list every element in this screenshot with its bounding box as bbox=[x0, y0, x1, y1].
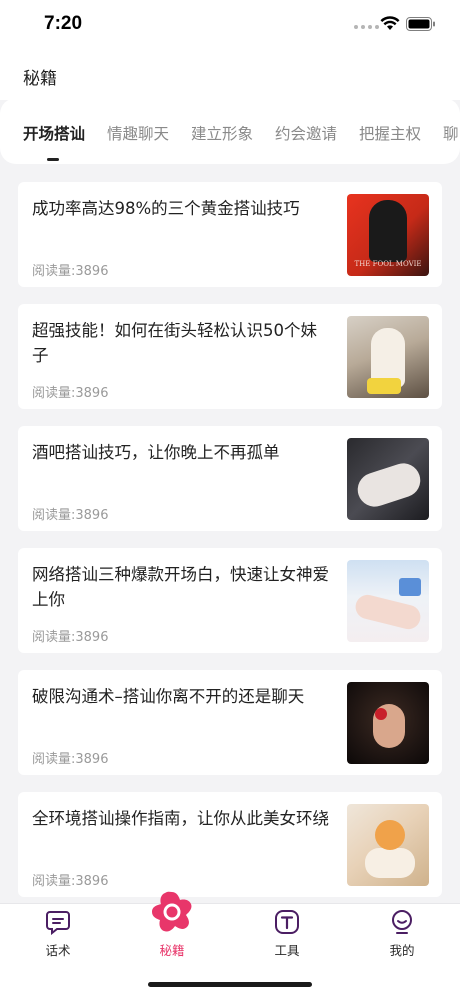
article-card[interactable]: 全环境搭讪操作指南，让你从此美女环绕 阅读量:3896 bbox=[18, 792, 442, 897]
article-thumbnail bbox=[347, 438, 429, 520]
read-count: 阅读量:3896 bbox=[32, 874, 109, 889]
tab-jianli-xingxiang[interactable]: 建立形象 bbox=[191, 122, 253, 144]
tabbar-label: 话术 bbox=[45, 943, 71, 958]
category-tabs: 开场搭讪 情趣聊天 建立形象 约会邀请 把握主权 聊 bbox=[0, 98, 460, 164]
article-title: 全环境搭讪操作指南，让你从此美女环绕 bbox=[32, 809, 329, 828]
tool-t-icon bbox=[275, 910, 299, 934]
article-thumbnail bbox=[347, 316, 429, 398]
page-title: 秘籍 bbox=[23, 69, 57, 89]
battery-icon bbox=[406, 17, 435, 31]
home-indicator bbox=[148, 982, 312, 987]
status-time: 7:20 bbox=[44, 13, 83, 34]
article-title: 破限沟通术–搭讪你离不开的还是聊天 bbox=[32, 687, 305, 706]
signal-icon bbox=[354, 25, 379, 29]
article-title: 超强技能！如何在街头轻松认识50个妹子 bbox=[32, 321, 317, 365]
thumbnail-caption: THE FOOL MOVIE bbox=[354, 260, 422, 268]
read-count: 阅读量:3896 bbox=[32, 264, 109, 279]
tab-liao[interactable]: 聊 bbox=[443, 122, 459, 144]
tabbar-item-miji[interactable]: 秘籍 bbox=[132, 891, 212, 964]
read-count: 阅读量:3896 bbox=[32, 630, 109, 645]
flower-icon bbox=[152, 891, 192, 932]
profile-icon bbox=[392, 910, 412, 934]
tab-yuehui-yaoqing[interactable]: 约会邀请 bbox=[275, 122, 337, 144]
article-thumbnail bbox=[347, 804, 429, 886]
article-card[interactable]: 超强技能！如何在街头轻松认识50个妹子 阅读量:3896 bbox=[18, 304, 442, 409]
tab-qingqu-liaotian[interactable]: 情趣聊天 bbox=[107, 122, 169, 144]
article-card[interactable]: 成功率高达98%的三个黄金搭讪技巧 阅读量:3896 THE FOOL MOVI… bbox=[18, 182, 442, 287]
active-tab-indicator bbox=[47, 158, 59, 161]
article-card[interactable]: 网络搭讪三种爆款开场白，快速让女神爱上你 阅读量:3896 bbox=[18, 548, 442, 653]
tab-bawo-zhuquan[interactable]: 把握主权 bbox=[359, 122, 421, 144]
status-bar: 7:20 bbox=[0, 0, 460, 50]
article-card[interactable]: 酒吧搭讪技巧，让你晚上不再孤单 阅读量:3896 bbox=[18, 426, 442, 531]
tabbar-item-huashu[interactable]: 话术 bbox=[18, 904, 98, 964]
tabbar-item-wode[interactable]: 我的 bbox=[362, 904, 442, 964]
tab-kaichang-dashan[interactable]: 开场搭讪 bbox=[23, 122, 85, 144]
article-card[interactable]: 破限沟通术–搭讪你离不开的还是聊天 阅读量:3896 bbox=[18, 670, 442, 775]
article-thumbnail: THE FOOL MOVIE bbox=[347, 194, 429, 276]
tabbar-label: 我的 bbox=[389, 943, 415, 958]
read-count: 阅读量:3896 bbox=[32, 752, 109, 767]
wifi-icon bbox=[380, 16, 400, 30]
article-title: 网络搭讪三种爆款开场白，快速让女神爱上你 bbox=[32, 565, 329, 609]
chat-bubble-icon bbox=[46, 911, 70, 935]
article-thumbnail bbox=[347, 560, 429, 642]
article-title: 成功率高达98%的三个黄金搭讪技巧 bbox=[32, 199, 300, 218]
tabbar-label: 工具 bbox=[274, 943, 300, 958]
tabbar-label: 秘籍 bbox=[159, 943, 185, 958]
read-count: 阅读量:3896 bbox=[32, 508, 109, 523]
article-title: 酒吧搭讪技巧，让你晚上不再孤单 bbox=[32, 443, 280, 462]
tabbar-item-gongju[interactable]: 工具 bbox=[247, 904, 327, 964]
article-thumbnail bbox=[347, 682, 429, 764]
read-count: 阅读量:3896 bbox=[32, 386, 109, 401]
app-header: 秘籍 bbox=[0, 50, 460, 100]
